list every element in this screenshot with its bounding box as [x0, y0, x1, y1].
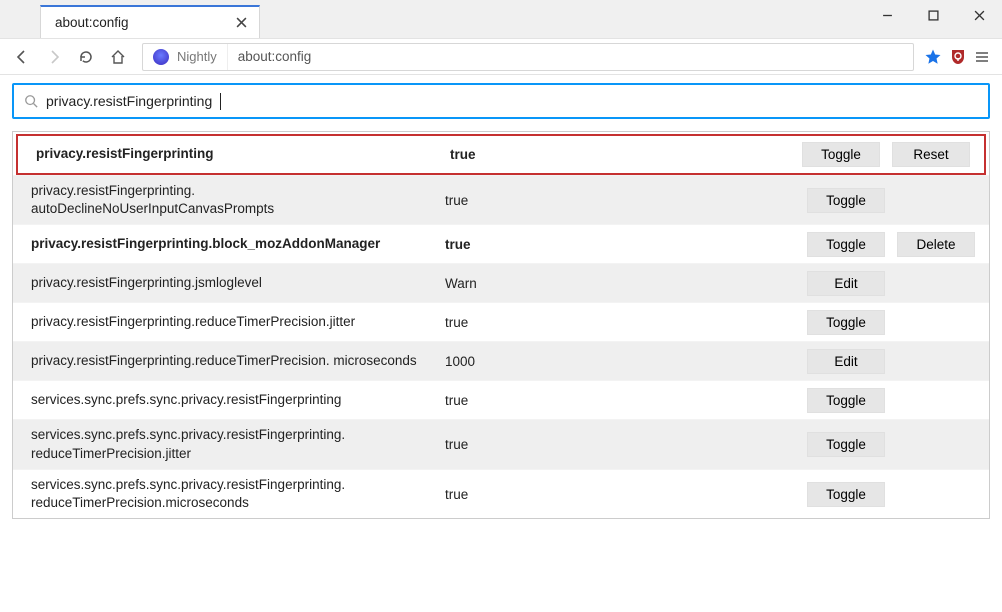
tab-title: about:config: [55, 15, 129, 30]
window-controls: [864, 0, 1002, 30]
window-maximize-button[interactable]: [910, 0, 956, 30]
browser-toolbar: Nightly about:config: [0, 39, 1002, 75]
pref-list: privacy.resistFingerprintingtrueToggleRe…: [12, 131, 990, 519]
ublock-button[interactable]: [950, 49, 966, 65]
pref-value: true: [445, 193, 807, 208]
minimize-icon: [882, 10, 893, 21]
home-icon: [110, 49, 126, 65]
pref-value: true: [450, 147, 802, 162]
window-close-button[interactable]: [956, 0, 1002, 30]
bookmark-star-button[interactable]: [924, 48, 942, 66]
close-icon: [236, 17, 247, 28]
pref-row: services.sync.prefs.sync.privacy.resistF…: [13, 419, 989, 468]
toggle-button[interactable]: Toggle: [807, 482, 885, 507]
pref-row: privacy.resistFingerprinting. autoDeclin…: [13, 175, 989, 224]
close-icon: [974, 10, 985, 21]
pref-row: privacy.resistFingerprinting.reduceTimer…: [13, 341, 989, 380]
pref-actions: Toggle Reset: [802, 142, 970, 167]
browser-tab[interactable]: about:config: [40, 5, 260, 38]
toggle-button[interactable]: Toggle: [807, 432, 885, 457]
ublock-icon: [950, 49, 966, 65]
edit-button[interactable]: Edit: [807, 271, 885, 296]
hamburger-icon: [974, 49, 990, 65]
pref-row: services.sync.prefs.sync.privacy.resistF…: [13, 469, 989, 518]
pref-actions: Toggle: [807, 432, 975, 457]
pref-name: privacy.resistFingerprinting.reduceTimer…: [31, 313, 445, 331]
pref-actions: Toggle: [807, 482, 975, 507]
star-icon: [924, 48, 942, 66]
pref-name: privacy.resistFingerprinting. autoDeclin…: [31, 182, 445, 218]
window-titlebar: about:config: [0, 0, 1002, 39]
toggle-button[interactable]: Toggle: [807, 232, 885, 257]
edit-button[interactable]: Edit: [807, 349, 885, 374]
reset-button[interactable]: Reset: [892, 142, 970, 167]
reload-button[interactable]: [72, 43, 100, 71]
pref-search-box[interactable]: privacy.resistFingerprinting: [12, 83, 990, 119]
pref-row: privacy.resistFingerprintingtrueToggle Re…: [16, 134, 986, 175]
arrow-right-icon: [46, 49, 62, 65]
pref-actions: Toggle: [807, 188, 975, 213]
pref-value: true: [445, 437, 807, 452]
pref-value: true: [445, 237, 807, 252]
address-bar[interactable]: Nightly about:config: [142, 43, 914, 71]
pref-name: privacy.resistFingerprinting.jsmloglevel: [31, 274, 445, 292]
toggle-button[interactable]: Toggle: [807, 388, 885, 413]
pref-name: services.sync.prefs.sync.privacy.resistF…: [31, 476, 445, 512]
maximize-icon: [928, 10, 939, 21]
pref-name: services.sync.prefs.sync.privacy.resistF…: [31, 391, 445, 409]
firefox-nightly-icon: [153, 49, 169, 65]
arrow-left-icon: [14, 49, 30, 65]
about-config-content: privacy.resistFingerprinting privacy.res…: [0, 75, 1002, 527]
identity-label: Nightly: [177, 49, 217, 64]
identity-box[interactable]: Nightly: [143, 44, 228, 70]
pref-value: true: [445, 393, 807, 408]
pref-row: privacy.resistFingerprinting.reduceTimer…: [13, 302, 989, 341]
pref-name: privacy.resistFingerprinting.block_mozAd…: [31, 235, 445, 253]
pref-value: Warn: [445, 276, 807, 291]
search-value: privacy.resistFingerprinting: [46, 93, 212, 109]
tab-close-button[interactable]: [233, 15, 249, 31]
pref-actions: Edit: [807, 349, 975, 374]
pref-actions: Toggle: [807, 388, 975, 413]
url-text: about:config: [228, 49, 322, 64]
pref-row: services.sync.prefs.sync.privacy.resistF…: [13, 380, 989, 419]
app-menu-button[interactable]: [974, 49, 990, 65]
toggle-button[interactable]: Toggle: [807, 310, 885, 335]
window-minimize-button[interactable]: [864, 0, 910, 30]
pref-row: privacy.resistFingerprinting.jsmloglevel…: [13, 263, 989, 302]
pref-actions: Toggle Delete: [807, 232, 975, 257]
pref-name: privacy.resistFingerprinting.reduceTimer…: [31, 352, 445, 370]
pref-row: privacy.resistFingerprinting.block_mozAd…: [13, 224, 989, 263]
pref-actions: Toggle: [807, 310, 975, 335]
reload-icon: [78, 49, 94, 65]
toggle-button[interactable]: Toggle: [802, 142, 880, 167]
pref-name: services.sync.prefs.sync.privacy.resistF…: [31, 426, 445, 462]
home-button[interactable]: [104, 43, 132, 71]
forward-button[interactable]: [40, 43, 68, 71]
pref-actions: Edit: [807, 271, 975, 296]
search-icon: [24, 94, 38, 108]
pref-value: 1000: [445, 354, 807, 369]
pref-value: true: [445, 487, 807, 502]
pref-name: privacy.resistFingerprinting: [36, 145, 450, 163]
toggle-button[interactable]: Toggle: [807, 188, 885, 213]
delete-button[interactable]: Delete: [897, 232, 975, 257]
back-button[interactable]: [8, 43, 36, 71]
pref-value: true: [445, 315, 807, 330]
